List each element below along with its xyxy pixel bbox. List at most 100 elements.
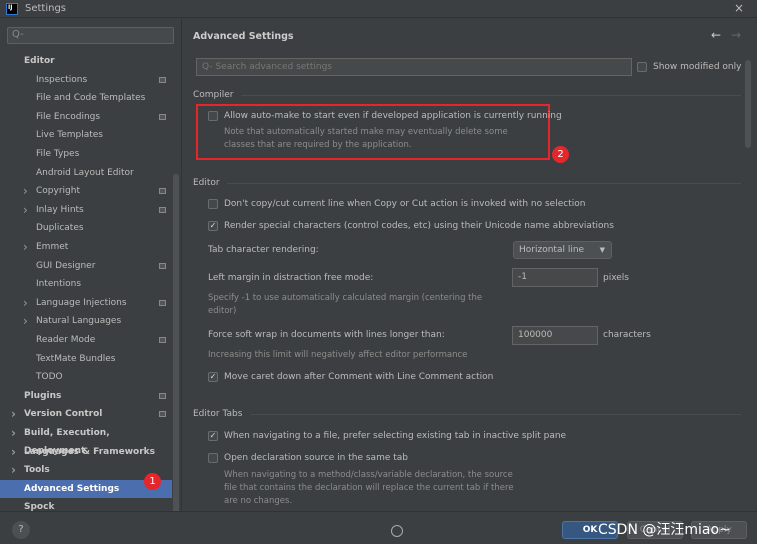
sidebar-scrollbar[interactable]	[173, 174, 179, 529]
sidebar-item[interactable]: › Inlay Hints	[0, 201, 172, 219]
prefer-existing-checkbox[interactable]: ✓	[208, 431, 218, 441]
sidebar-item[interactable]: › Emmet	[0, 238, 172, 256]
sidebar-item[interactable]: Android Layout Editor	[0, 164, 172, 182]
sidebar-item[interactable]: File Types	[0, 145, 172, 163]
search-placeholder: Search advanced settings	[215, 62, 332, 72]
copy-cut-checkbox[interactable]	[208, 199, 218, 209]
sidebar-item[interactable]: Plugins	[0, 387, 172, 405]
divider	[227, 183, 741, 184]
sidebar-item[interactable]: › Version Control	[0, 405, 172, 423]
sidebar-item-label: Tools	[24, 465, 50, 476]
automake-checkbox[interactable]	[208, 111, 218, 121]
project-config-icon	[159, 262, 166, 269]
divider	[241, 95, 741, 96]
wrap-input[interactable]: 100000	[512, 326, 598, 345]
sidebar-item-label: Inlay Hints	[36, 204, 84, 215]
dialog-footer: ? OK Cancel Apply CSDN @汪汪miao~	[0, 511, 757, 544]
sidebar-item[interactable]: Inspections	[0, 71, 172, 89]
copy-cut-label: Don't copy/cut current line when Copy or…	[224, 199, 586, 209]
sidebar-item-label: File Types	[36, 149, 80, 159]
sidebar-item-label: Plugins	[24, 390, 62, 401]
sidebar-item[interactable]: TextMate Bundles	[0, 350, 172, 368]
move-caret-checkbox[interactable]: ✓	[208, 372, 218, 382]
sidebar-item[interactable]: › Language Injections	[0, 294, 172, 312]
project-config-icon	[159, 188, 166, 195]
chevron-right-icon[interactable]: ›	[11, 461, 16, 479]
show-modified-checkbox[interactable]	[637, 62, 647, 72]
render-special-checkbox[interactable]: ✓	[208, 221, 218, 231]
automake-label: Allow auto-make to start even if develop…	[224, 111, 562, 121]
advanced-search-input[interactable]: Q- Search advanced settings	[196, 58, 632, 76]
margin-note-1: Specify -1 to use automatically calculat…	[208, 293, 483, 303]
wrap-label: Force soft wrap in documents with lines …	[208, 330, 445, 340]
sidebar-item-label: Language Injections	[36, 297, 127, 308]
tab-rendering-dropdown[interactable]: Horizontal line ▼	[513, 241, 612, 259]
help-button[interactable]: ?	[12, 521, 30, 539]
sidebar-item[interactable]: Live Templates	[0, 126, 172, 144]
main-scrollbar[interactable]	[745, 60, 751, 148]
chevron-right-icon[interactable]: ›	[23, 201, 28, 219]
chevron-right-icon[interactable]: ›	[23, 238, 28, 256]
show-modified-label: Show modified only	[653, 62, 742, 72]
sidebar-item-label: Reader Mode	[36, 335, 96, 345]
margin-unit: pixels	[603, 273, 629, 283]
title-bar: IJ Settings ×	[0, 0, 757, 18]
project-config-icon	[159, 392, 166, 399]
sidebar-item[interactable]: › Natural Languages	[0, 312, 172, 330]
wrap-unit: characters	[603, 330, 651, 340]
chevron-right-icon[interactable]: ›	[11, 443, 16, 461]
sidebar-item-label: Emmet	[36, 242, 69, 252]
chevron-right-icon[interactable]: ›	[11, 424, 16, 442]
open-decl-checkbox[interactable]	[208, 453, 218, 463]
sidebar-item-label: Copyright	[36, 186, 80, 197]
margin-input[interactable]: -1	[512, 268, 598, 287]
sidebar-item-label: Version Control	[24, 409, 103, 420]
chevron-down-icon: ▼	[599, 246, 605, 254]
automake-note-1: Note that automatically started make may…	[224, 127, 508, 137]
sidebar-item[interactable]: GUI Designer	[0, 257, 172, 275]
settings-sidebar: Q- Editor Inspections File and Code Templa…	[0, 19, 182, 529]
sidebar-item[interactable]: › Build, Execution, Deployment	[0, 424, 172, 456]
sidebar-item[interactable]: File and Code Templates	[0, 89, 172, 107]
sidebar-item-label: TextMate Bundles	[36, 353, 116, 364]
project-config-icon	[159, 206, 166, 213]
annotation-badge-1: 1	[144, 473, 161, 490]
sidebar-item-label: TODO	[36, 372, 63, 383]
sidebar-item-label: GUI Designer	[36, 260, 96, 271]
sidebar-item[interactable]: Intentions	[0, 275, 172, 293]
chevron-right-icon[interactable]: ›	[23, 182, 28, 200]
progress-indicator-icon	[391, 525, 403, 537]
sidebar-item[interactable]: File Encodings	[0, 108, 172, 126]
advanced-settings-panel: Advanced Settings ← → Q- Search advanced…	[183, 19, 757, 511]
tab-rendering-value: Horizontal line	[519, 245, 585, 255]
sidebar-item-label: Advanced Settings	[24, 483, 120, 494]
project-config-icon	[159, 337, 166, 343]
forward-arrow-icon[interactable]: →	[731, 28, 741, 42]
project-config-icon	[159, 411, 166, 418]
section-editor-tabs: Editor Tabs	[193, 409, 243, 419]
sidebar-item-label: Android Layout Editor	[36, 167, 134, 178]
sidebar-item[interactable]: › Copyright	[0, 182, 172, 200]
sidebar-item-label: Inspections	[36, 74, 88, 85]
section-compiler: Compiler	[193, 90, 234, 100]
sidebar-item[interactable]: TODO	[0, 368, 172, 386]
move-caret-label: Move caret down after Comment with Line …	[224, 372, 494, 382]
search-icon: Q-	[12, 29, 24, 40]
close-icon[interactable]: ×	[734, 1, 744, 15]
sidebar-item[interactable]: Reader Mode	[0, 331, 172, 349]
chevron-right-icon[interactable]: ›	[11, 405, 16, 423]
margin-label: Left margin in distraction free mode:	[208, 273, 374, 283]
sidebar-item[interactable]: Duplicates	[0, 219, 172, 237]
sidebar-search-input[interactable]: Q-	[7, 27, 174, 44]
wrap-note: Increasing this limit will negatively af…	[208, 350, 468, 360]
sidebar-item-label: Editor	[24, 56, 55, 66]
back-arrow-icon[interactable]: ←	[711, 28, 721, 42]
project-config-icon	[159, 299, 166, 306]
chevron-right-icon[interactable]: ›	[23, 312, 28, 330]
prefer-existing-label: When navigating to a file, prefer select…	[224, 431, 567, 441]
sidebar-item-label: File Encodings	[36, 111, 101, 122]
sidebar-item[interactable]: › Languages & Frameworks	[0, 443, 172, 461]
sidebar-item-label: Natural Languages	[36, 316, 122, 327]
chevron-right-icon[interactable]: ›	[23, 294, 28, 312]
sidebar-item[interactable]: Editor	[0, 52, 172, 70]
